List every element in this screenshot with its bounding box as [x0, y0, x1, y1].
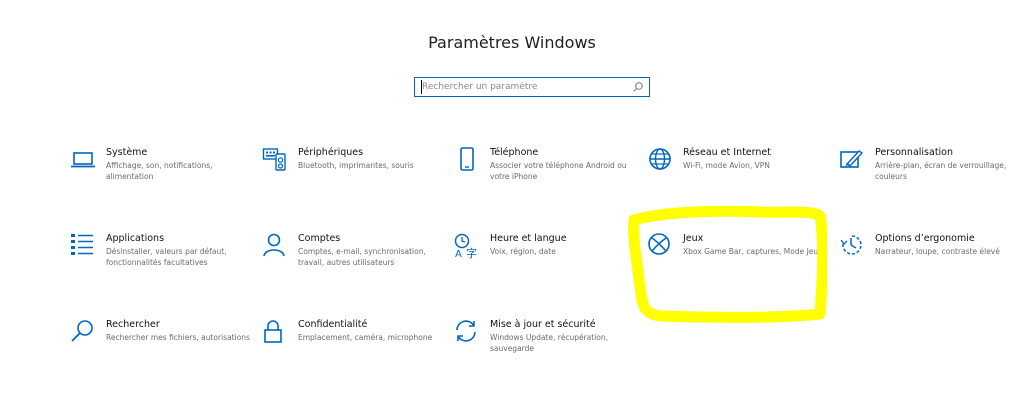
tile-description: Bluetooth, imprimantes, souris — [298, 161, 414, 170]
tile-description: Windows Update, récupération, sauvegarde — [490, 333, 609, 353]
tile-title: Système — [106, 147, 148, 158]
tile-description: Désinstaller, valeurs par défaut, foncti… — [106, 247, 227, 267]
time-language-icon: A字 — [454, 233, 480, 260]
tile-heure-langue[interactable]: A字 Heure et langue Voix, région, date — [454, 233, 634, 293]
tile-title: Réseau et Internet — [683, 147, 771, 158]
phone-icon — [454, 147, 480, 173]
search-box[interactable] — [414, 77, 650, 97]
tile-rechercher[interactable]: Rechercher Rechercher mes fichiers, auto… — [70, 319, 250, 379]
tile-applications[interactable]: Applications Désinstaller, valeurs par d… — [70, 233, 250, 293]
apps-list-icon — [70, 233, 96, 259]
search-icon — [70, 319, 96, 345]
xbox-icon — [647, 233, 673, 259]
tile-mise-a-jour[interactable]: Mise à jour et sécurité Windows Update, … — [454, 319, 634, 379]
lock-icon — [262, 319, 288, 345]
tile-description: Associer votre téléphone Android ou votr… — [490, 161, 627, 181]
tile-title: Personnalisation — [875, 147, 954, 158]
svg-text:A: A — [455, 249, 462, 259]
search-input[interactable] — [421, 80, 622, 94]
tile-title: Périphériques — [298, 147, 364, 158]
tile-title: Confidentialité — [298, 319, 368, 330]
tile-title: Téléphone — [490, 147, 539, 158]
tile-jeux[interactable]: Jeux Xbox Game Bar, captures, Mode Jeu — [647, 233, 827, 293]
tile-description: Comptes, e-mail, synchronisation, travai… — [298, 247, 426, 267]
paintbrush-icon — [839, 147, 865, 173]
keyboard-icon — [262, 147, 288, 173]
tile-telephone[interactable]: Téléphone Associer votre téléphone Andro… — [454, 147, 634, 207]
tile-reseau-internet[interactable]: Réseau et Internet Wi-Fi, mode Avion, VP… — [647, 147, 827, 207]
globe-icon — [647, 147, 673, 173]
tile-title: Mise à jour et sécurité — [490, 319, 596, 330]
tile-description: Rechercher mes fichiers, autorisations — [106, 333, 250, 342]
tile-title: Options d’ergonomie — [875, 233, 975, 244]
svg-text:字: 字 — [466, 246, 477, 259]
tile-description: Voix, région, date — [490, 247, 556, 256]
tile-title: Comptes — [298, 233, 341, 244]
tile-description: Narrateur, loupe, contraste élevé — [875, 247, 1000, 256]
ease-of-access-icon — [839, 233, 865, 259]
tile-description: Xbox Game Bar, captures, Mode Jeu — [683, 247, 819, 256]
tile-comptes[interactable]: Comptes Comptes, e-mail, synchronisation… — [262, 233, 442, 293]
tile-systeme[interactable]: Système Affichage, son, notifications, a… — [70, 147, 250, 207]
tile-title: Rechercher — [106, 319, 160, 330]
tile-description: Wi-Fi, mode Avion, VPN — [683, 161, 770, 170]
tile-title: Applications — [106, 233, 165, 244]
tile-description: Emplacement, caméra, microphone — [298, 333, 433, 342]
tile-peripheriques[interactable]: Périphériques Bluetooth, imprimantes, so… — [262, 147, 442, 207]
tile-description: Arrière-plan, écran de verrouillage, cou… — [875, 161, 1007, 181]
tile-title: Jeux — [683, 233, 704, 244]
laptop-icon — [70, 147, 96, 173]
tile-ergonomie[interactable]: Options d’ergonomie Narrateur, loupe, co… — [839, 233, 1019, 293]
update-icon — [454, 319, 480, 345]
search-icon[interactable] — [632, 81, 644, 93]
tile-description: Affichage, son, notifications, alimentat… — [106, 161, 213, 181]
person-icon — [262, 233, 288, 259]
page-title: Paramètres Windows — [428, 33, 596, 52]
tile-title: Heure et langue — [490, 233, 567, 244]
tile-personnalisation[interactable]: Personnalisation Arrière-plan, écran de … — [839, 147, 1019, 207]
tile-confidentialite[interactable]: Confidentialité Emplacement, caméra, mic… — [262, 319, 442, 379]
